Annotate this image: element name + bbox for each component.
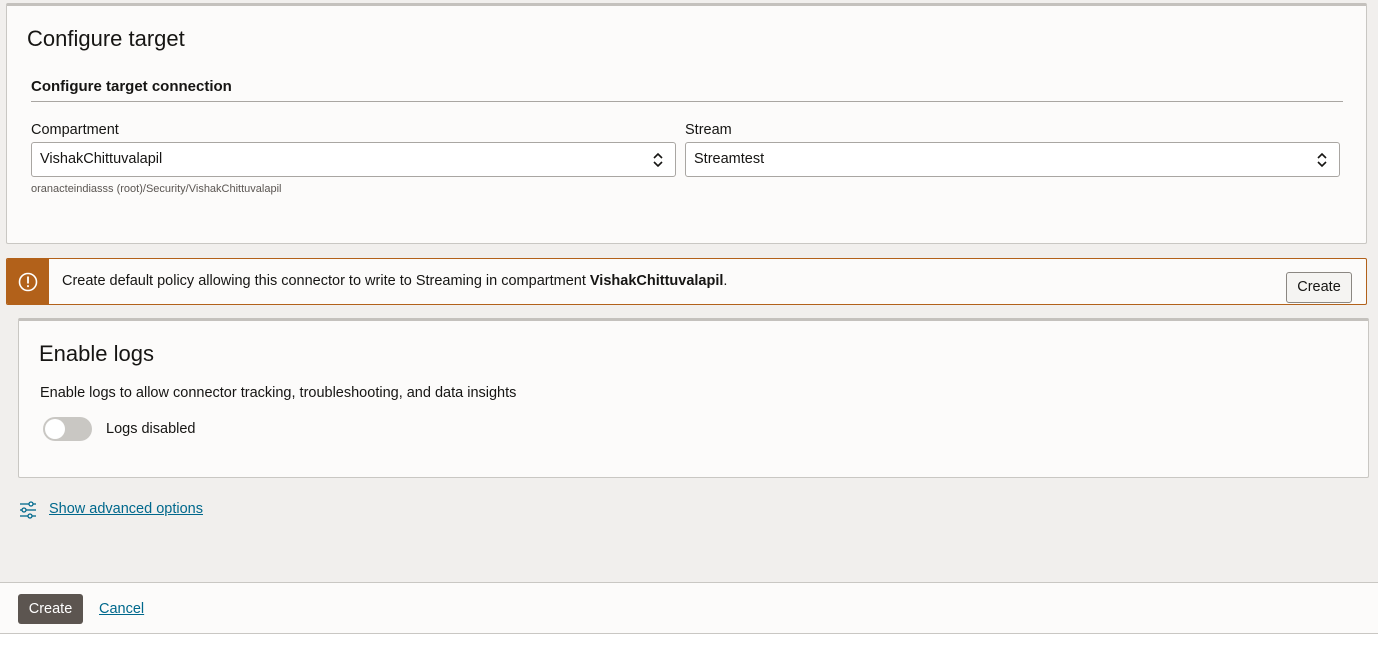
chevron-updown-icon [653, 152, 663, 168]
warning-icon [18, 272, 38, 292]
policy-warning-banner: Create default policy allowing this conn… [6, 258, 1367, 305]
policy-warning-suffix: . [723, 273, 728, 289]
section-divider [31, 101, 1343, 102]
enable-logs-panel: Enable logs Enable logs to allow connect… [18, 318, 1369, 478]
create-button[interactable]: Create [18, 594, 83, 624]
create-policy-button[interactable]: Create [1286, 272, 1352, 303]
enable-logs-title: Enable logs [39, 341, 154, 366]
logs-toggle-label: Logs disabled [106, 421, 196, 437]
logs-toggle[interactable] [43, 417, 92, 441]
compartment-label: Compartment [31, 122, 119, 138]
toggle-knob [45, 419, 65, 439]
enable-logs-description: Enable logs to allow connector tracking,… [40, 385, 517, 401]
bottom-strip [0, 634, 1378, 646]
stream-select[interactable]: Streamtest [685, 142, 1340, 177]
policy-warning-compartment: VishakChittuvalapil [589, 273, 724, 289]
chevron-updown-icon [1317, 152, 1327, 168]
show-advanced-options-link[interactable]: Show advanced options [49, 501, 203, 517]
cancel-link[interactable]: Cancel [99, 601, 144, 617]
target-connection-heading: Configure target connection [31, 78, 232, 95]
stream-select-value: Streamtest [694, 151, 765, 167]
compartment-path-helper: oranacteindiasss (root)/Security/VishakC… [31, 183, 282, 195]
compartment-select-value: VishakChittuvalapil [40, 151, 163, 167]
stream-label: Stream [685, 122, 732, 138]
form-footer: Create Cancel [0, 582, 1378, 634]
compartment-select[interactable]: VishakChittuvalapil [31, 142, 676, 177]
configure-target-panel: Configure target Configure target connec… [6, 3, 1367, 244]
policy-warning-text: Create default policy allowing this conn… [62, 273, 727, 289]
policy-warning-prefix: Create default policy allowing this conn… [62, 273, 590, 289]
warning-icon-box [7, 259, 49, 304]
sliders-icon [20, 501, 36, 519]
configure-target-title: Configure target [27, 26, 185, 51]
